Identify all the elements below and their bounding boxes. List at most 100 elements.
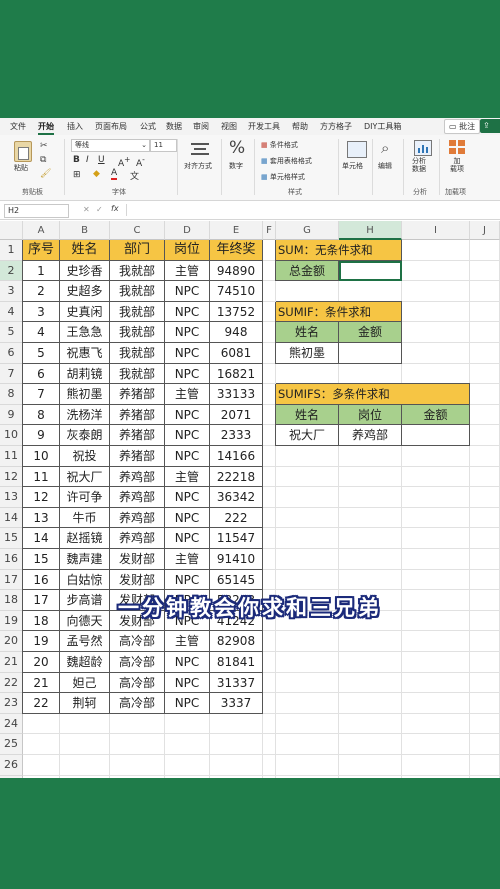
index-cell[interactable]: 12 [23, 487, 60, 508]
search-icon[interactable]: ⌕ [381, 139, 389, 157]
tab-file[interactable]: 文件 [10, 121, 26, 132]
column-header-f[interactable]: F [263, 221, 276, 240]
alignment-label[interactable]: 对齐方式 [184, 161, 212, 171]
column-header-e[interactable]: E [210, 221, 263, 240]
position-cell[interactable]: 主管 [165, 549, 210, 570]
sum-title[interactable]: SUM：无条件求和 [276, 240, 402, 261]
paste-icon[interactable] [14, 141, 32, 162]
row-header[interactable]: 27 [0, 775, 23, 778]
bonus-cell[interactable]: 2071 [210, 404, 263, 426]
row-header[interactable]: 2 [0, 260, 23, 282]
sum-result-cell[interactable] [339, 260, 402, 282]
index-cell[interactable]: 15 [23, 549, 60, 570]
row-header[interactable]: 5 [0, 322, 23, 343]
cancel-icon[interactable]: ✕ [83, 205, 90, 214]
position-cell[interactable]: NPC [165, 693, 210, 714]
tab-fangfanggezi[interactable]: 方方格子 [320, 121, 352, 132]
column-header-j[interactable]: J [470, 221, 500, 240]
bonus-cell[interactable]: 94890 [210, 260, 263, 282]
index-cell[interactable]: 10 [23, 446, 60, 467]
row-header[interactable]: 6 [0, 343, 23, 364]
dept-cell[interactable]: 我就部 [110, 363, 165, 385]
bonus-cell[interactable]: 16821 [210, 363, 263, 385]
percent-icon[interactable]: % [229, 138, 245, 158]
index-cell[interactable]: 21 [23, 672, 60, 694]
bonus-cell[interactable]: 81841 [210, 652, 263, 673]
sumif-name-cell[interactable]: 熊初墨 [276, 343, 339, 364]
font-name-select[interactable]: 等线 ⌄ [71, 139, 150, 152]
font-grow-icon[interactable]: A+ [118, 155, 130, 169]
bonus-cell[interactable]: 3337 [210, 693, 263, 714]
row-header[interactable]: 12 [0, 466, 23, 488]
italic-icon[interactable]: I [86, 155, 89, 165]
font-shrink-icon[interactable]: A- [136, 155, 145, 169]
bonus-cell[interactable]: 948 [210, 322, 263, 343]
sumif-title[interactable]: SUMIF：条件求和 [276, 301, 402, 323]
index-cell[interactable]: 14 [23, 528, 60, 549]
cells-label[interactable]: 单元格 [342, 161, 363, 171]
bonus-cell[interactable]: 82908 [210, 631, 263, 652]
dept-cell[interactable]: 发财部 [110, 549, 165, 570]
header-index[interactable]: 序号 [23, 240, 60, 261]
position-cell[interactable]: 主管 [165, 466, 210, 488]
sumifs-header-position[interactable]: 岗位 [339, 404, 402, 426]
tab-developer[interactable]: 开发工具 [248, 121, 280, 132]
index-cell[interactable]: 16 [23, 569, 60, 591]
bonus-cell[interactable]: 222 [210, 507, 263, 529]
fx-icon[interactable]: fx [111, 204, 119, 213]
position-cell[interactable]: 主管 [165, 631, 210, 652]
bonus-cell[interactable]: 65145 [210, 569, 263, 591]
select-all-corner[interactable] [0, 221, 23, 240]
index-cell[interactable]: 11 [23, 466, 60, 488]
position-cell[interactable]: NPC [165, 425, 210, 446]
edit-label[interactable]: 编辑 [378, 161, 392, 171]
row-header[interactable]: 20 [0, 631, 23, 652]
sum-label[interactable]: 总金额 [276, 260, 339, 282]
index-cell[interactable]: 19 [23, 631, 60, 652]
position-cell[interactable]: NPC [165, 672, 210, 694]
name-cell[interactable]: 史珍香 [60, 260, 110, 282]
sumifs-name-cell[interactable]: 祝大厂 [276, 425, 339, 446]
dept-cell[interactable]: 养猪部 [110, 404, 165, 426]
dept-cell[interactable]: 我就部 [110, 301, 165, 323]
dept-cell[interactable]: 我就部 [110, 322, 165, 343]
column-header-b[interactable]: B [60, 221, 110, 240]
copy-icon[interactable]: ⧉ [40, 155, 46, 165]
name-cell[interactable]: 史超多 [60, 281, 110, 302]
row-header[interactable]: 24 [0, 713, 23, 735]
phonetic-icon[interactable]: 文 [130, 169, 139, 182]
position-cell[interactable]: NPC [165, 446, 210, 467]
row-header[interactable]: 21 [0, 652, 23, 673]
row-header[interactable]: 15 [0, 528, 23, 549]
header-dept[interactable]: 部门 [110, 240, 165, 261]
dept-cell[interactable]: 高冷部 [110, 652, 165, 673]
share-button[interactable]: ⇪ [480, 119, 500, 133]
confirm-icon[interactable]: ✓ [96, 205, 103, 214]
index-cell[interactable]: 13 [23, 507, 60, 529]
name-cell[interactable]: 牛币 [60, 507, 110, 529]
row-header[interactable]: 7 [0, 363, 23, 385]
cell-style-button[interactable]: ▦ 单元格样式 [261, 172, 305, 182]
bonus-cell[interactable]: 11547 [210, 528, 263, 549]
row-header[interactable]: 26 [0, 755, 23, 776]
index-cell[interactable]: 9 [23, 425, 60, 446]
index-cell[interactable]: 4 [23, 322, 60, 343]
format-painter-icon[interactable]: 🖌 [40, 169, 51, 179]
row-header[interactable]: 19 [0, 610, 23, 632]
name-cell[interactable]: 魏声建 [60, 549, 110, 570]
position-cell[interactable]: NPC [165, 322, 210, 343]
bonus-cell[interactable]: 2333 [210, 425, 263, 446]
bonus-cell[interactable]: 6081 [210, 343, 263, 364]
row-header[interactable]: 25 [0, 734, 23, 755]
column-header-h[interactable]: H [339, 221, 402, 240]
sumif-header-amount[interactable]: 金额 [339, 322, 402, 343]
analyze-data-icon[interactable] [414, 140, 432, 156]
index-cell[interactable]: 3 [23, 301, 60, 323]
cells-icon[interactable] [347, 141, 367, 158]
index-cell[interactable]: 17 [23, 590, 60, 611]
row-header[interactable]: 1 [0, 240, 23, 261]
dept-cell[interactable]: 养鸡部 [110, 487, 165, 508]
position-cell[interactable]: NPC [165, 363, 210, 385]
conditional-format-button[interactable]: ▦ 条件格式 [261, 140, 298, 150]
name-cell[interactable]: 祝投 [60, 446, 110, 467]
